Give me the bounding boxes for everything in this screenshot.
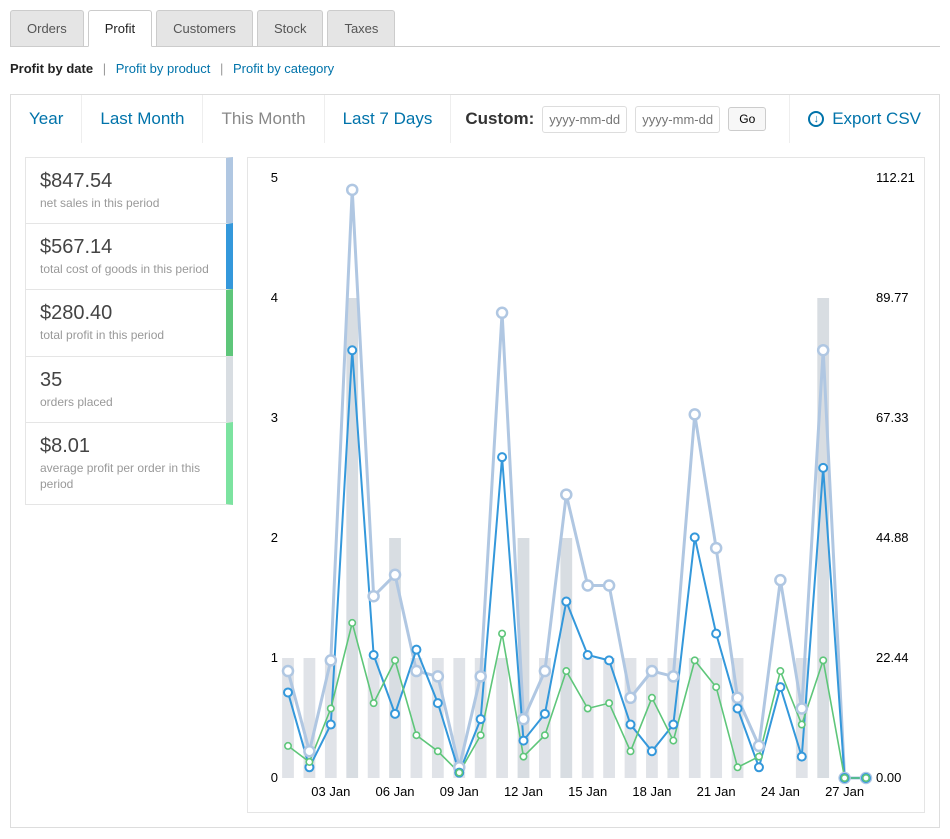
svg-text:2: 2 bbox=[271, 530, 278, 545]
svg-text:3: 3 bbox=[271, 410, 278, 425]
subnav-link-category[interactable]: Profit by category bbox=[233, 61, 334, 76]
svg-text:15 Jan: 15 Jan bbox=[568, 784, 607, 799]
svg-text:67.33: 67.33 bbox=[876, 410, 909, 425]
stat-label: total profit in this period bbox=[40, 327, 212, 343]
stat-value: 35 bbox=[40, 369, 212, 392]
tab-orders[interactable]: Orders bbox=[10, 10, 84, 46]
subnav-current: Profit by date bbox=[10, 61, 93, 76]
svg-text:112.21: 112.21 bbox=[876, 170, 915, 185]
custom-label: Custom: bbox=[465, 109, 534, 129]
svg-text:21 Jan: 21 Jan bbox=[697, 784, 736, 799]
svg-text:44.88: 44.88 bbox=[876, 530, 909, 545]
stat-label: net sales in this period bbox=[40, 195, 212, 211]
subnav-link-product[interactable]: Profit by product bbox=[116, 61, 211, 76]
stat-value: $567.14 bbox=[40, 236, 212, 259]
stat-label: orders placed bbox=[40, 394, 212, 410]
tab-customers[interactable]: Customers bbox=[156, 10, 253, 46]
custom-to-input[interactable] bbox=[635, 106, 720, 133]
svg-text:27 Jan: 27 Jan bbox=[825, 784, 864, 799]
svg-text:06 Jan: 06 Jan bbox=[376, 784, 415, 799]
stat-card-0[interactable]: $847.54 net sales in this period bbox=[25, 157, 233, 224]
stat-card-3[interactable]: 35 orders placed bbox=[25, 356, 233, 423]
period-last-month[interactable]: Last Month bbox=[82, 95, 203, 143]
stat-card-2[interactable]: $280.40 total profit in this period bbox=[25, 289, 233, 356]
stat-value: $8.01 bbox=[40, 435, 212, 458]
period-last-7-days[interactable]: Last 7 Days bbox=[325, 95, 452, 143]
svg-text:18 Jan: 18 Jan bbox=[632, 784, 671, 799]
svg-text:5: 5 bbox=[271, 170, 278, 185]
period-this-month[interactable]: This Month bbox=[203, 95, 324, 143]
svg-text:09 Jan: 09 Jan bbox=[440, 784, 479, 799]
svg-text:1: 1 bbox=[271, 650, 278, 665]
tab-taxes[interactable]: Taxes bbox=[327, 10, 395, 46]
svg-text:4: 4 bbox=[271, 290, 278, 305]
custom-range: Custom: Go bbox=[451, 95, 780, 143]
svg-text:12 Jan: 12 Jan bbox=[504, 784, 543, 799]
tab-profit[interactable]: Profit bbox=[88, 10, 152, 47]
stat-value: $280.40 bbox=[40, 302, 212, 325]
period-year[interactable]: Year bbox=[11, 95, 82, 143]
export-label: Export CSV bbox=[832, 109, 921, 129]
stat-card-4[interactable]: $8.01average profit per order in this pe… bbox=[25, 422, 233, 505]
stat-label: total cost of goods in this period bbox=[40, 261, 212, 277]
stat-card-1[interactable]: $567.14 total cost of goods in this perio… bbox=[25, 223, 233, 290]
stat-value: $847.54 bbox=[40, 170, 212, 193]
profit-chart: 0 1 2 3 4 5 0.00 22.44 44.88 67.33 89.77 112.21 03 J… bbox=[247, 157, 925, 813]
custom-go-button[interactable]: Go bbox=[728, 107, 766, 131]
svg-text:03 Jan: 03 Jan bbox=[311, 784, 350, 799]
svg-text:22.44: 22.44 bbox=[876, 650, 909, 665]
svg-text:0: 0 bbox=[271, 770, 278, 785]
profit-subnav: Profit by date | Profit by product | Pro… bbox=[10, 47, 940, 94]
download-icon: ↓ bbox=[808, 111, 824, 127]
stat-label: average profit per order in this period bbox=[40, 460, 212, 492]
custom-from-input[interactable] bbox=[542, 106, 627, 133]
tab-stock[interactable]: Stock bbox=[257, 10, 324, 46]
svg-text:0.00: 0.00 bbox=[876, 770, 901, 785]
svg-text:89.77: 89.77 bbox=[876, 290, 909, 305]
svg-text:24 Jan: 24 Jan bbox=[761, 784, 800, 799]
export-csv-button[interactable]: ↓ Export CSV bbox=[789, 95, 939, 143]
